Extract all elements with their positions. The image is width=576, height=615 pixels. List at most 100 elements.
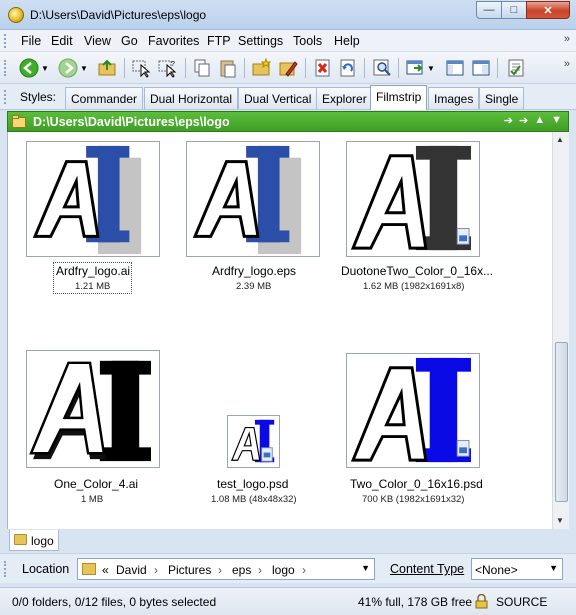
tab-dual-vertical[interactable]: Dual Vertical: [238, 87, 318, 109]
tab-single[interactable]: Single: [479, 87, 525, 109]
menu-settings[interactable]: Settings: [238, 34, 283, 48]
tab-images[interactable]: Images: [428, 87, 480, 109]
path-down-icon[interactable]: ▼: [551, 114, 562, 127]
disk-status: 41% full, 178 GB free: [358, 595, 473, 609]
location-bar: Location « David › Pictures › eps › logo…: [0, 553, 576, 583]
menu-help[interactable]: Help: [334, 34, 360, 48]
menu-edit[interactable]: Edit: [51, 34, 73, 48]
location-label: Location: [22, 562, 70, 576]
current-path: D:\Users\David\Pictures\eps\logo: [33, 115, 230, 129]
preview-pane-icon[interactable]: [470, 57, 492, 79]
delete-icon[interactable]: [312, 57, 334, 79]
maximize-button[interactable]: □: [501, 1, 527, 19]
scroll-up-icon[interactable]: ▲: [556, 135, 564, 144]
file-name[interactable]: One_Color_4.ai: [54, 477, 138, 491]
path-forward-icon[interactable]: ➔: [519, 114, 528, 127]
forward-icon[interactable]: [57, 57, 79, 79]
minimize-button[interactable]: —: [476, 1, 502, 19]
select-pointer-icon[interactable]: [131, 57, 153, 79]
content-type-label: Content Type: [390, 562, 465, 576]
breadcrumb-logo[interactable]: logo: [272, 563, 295, 577]
file-name[interactable]: Ardfry_logo.ai: [56, 264, 130, 278]
tab-filmstrip[interactable]: Filmstrip: [370, 85, 428, 110]
styles-label: Styles:: [20, 90, 57, 104]
tab-commander[interactable]: Commander: [65, 87, 144, 109]
copy-icon[interactable]: [191, 57, 213, 79]
thumbnail-test-logo-psd[interactable]: [227, 415, 280, 468]
folder-icon: [82, 563, 96, 575]
menu-file[interactable]: File: [21, 34, 41, 48]
tab-explorer[interactable]: Explorer: [316, 87, 373, 109]
paste-icon[interactable]: [217, 57, 239, 79]
folder-tree-icon[interactable]: [444, 57, 466, 79]
thumbnail-duotone-two-color[interactable]: [346, 141, 480, 257]
breadcrumb-david[interactable]: David: [116, 563, 147, 577]
tab-dual-horizontal[interactable]: Dual Horizontal: [144, 87, 239, 109]
select-help-icon[interactable]: ?: [157, 57, 179, 79]
location-input[interactable]: « David › Pictures › eps › logo › ▼: [77, 558, 375, 580]
file-name[interactable]: DuotoneTwo_Color_0_16x...: [341, 264, 493, 278]
svg-text:?: ?: [171, 61, 175, 68]
file-meta: 1.62 MB (1982x1691x8): [363, 281, 465, 292]
thumbnail-one-color-4-ai[interactable]: [26, 350, 160, 468]
menu-view[interactable]: View: [84, 34, 111, 48]
rename-icon[interactable]: [277, 57, 299, 79]
toolbar: ▼ ▼ ? ▼ »: [0, 52, 576, 84]
forward-dropdown-icon[interactable]: ▼: [79, 57, 89, 79]
folder-tab[interactable]: logo: [9, 530, 59, 551]
file-meta: 2.39 MB: [236, 281, 272, 292]
find-icon[interactable]: [371, 57, 393, 79]
content-type-value: <None>: [475, 563, 518, 577]
scroll-down-icon[interactable]: ▼: [556, 516, 564, 525]
content-type-select[interactable]: <None> ▼: [471, 558, 563, 580]
styles-grip[interactable]: [4, 90, 8, 104]
app-icon: [8, 7, 24, 23]
back-dropdown-icon[interactable]: ▼: [40, 57, 50, 79]
menu-favorites[interactable]: Favorites: [148, 34, 199, 48]
window-controls: — □ ✕: [476, 1, 570, 19]
content-type-dropdown-icon[interactable]: ▼: [549, 563, 558, 573]
location-dropdown-icon[interactable]: ▼: [361, 563, 370, 573]
view-mode-dropdown-icon[interactable]: ▼: [426, 57, 436, 79]
menu-go[interactable]: Go: [121, 34, 138, 48]
file-name[interactable]: test_logo.psd: [217, 477, 288, 491]
folder-icon: [12, 115, 26, 128]
new-folder-icon[interactable]: [250, 57, 272, 79]
breadcrumb-overflow[interactable]: «: [102, 563, 109, 577]
menu-overflow-icon[interactable]: »: [564, 33, 570, 45]
close-button[interactable]: ✕: [526, 1, 570, 19]
toolbar-overflow-icon[interactable]: »: [564, 58, 570, 70]
up-folder-icon[interactable]: [96, 57, 118, 79]
location-grip[interactable]: [4, 561, 8, 577]
breadcrumb-eps[interactable]: eps: [232, 563, 251, 577]
breadcrumb-pictures[interactable]: Pictures: [168, 563, 211, 577]
menu-ftp[interactable]: FTP: [207, 34, 231, 48]
styles-bar: Styles: Commander Dual Horizontal Dual V…: [0, 84, 576, 110]
view-mode-icon[interactable]: [404, 57, 426, 79]
file-name[interactable]: Two_Color_0_16x16.psd: [350, 477, 483, 491]
path-bar[interactable]: D:\Users\David\Pictures\eps\logo ➔ ➔ ▲ ▼: [7, 111, 569, 132]
path-nav: ➔ ➔ ▲ ▼: [504, 114, 562, 127]
menu-tools[interactable]: Tools: [293, 34, 322, 48]
thumbnail-ardfry-logo-eps[interactable]: [186, 141, 320, 257]
source-label: SOURCE: [496, 595, 548, 609]
lock-icon: [475, 594, 488, 609]
thumbnail-ardfry-logo-ai[interactable]: [26, 141, 160, 257]
scroll-thumb[interactable]: [555, 342, 568, 502]
window-title: D:\Users\David\Pictures\eps\logo: [30, 8, 207, 22]
back-icon[interactable]: [18, 57, 40, 79]
file-meta: 1.08 MB (48x48x32): [211, 494, 297, 505]
path-up-icon[interactable]: ▲: [534, 114, 545, 127]
toolbar-grip[interactable]: [4, 60, 8, 76]
file-meta: 1 MB: [81, 494, 104, 505]
thumbnail-two-color-psd[interactable]: [346, 353, 480, 468]
menu-grip[interactable]: [4, 34, 8, 48]
path-back-icon[interactable]: ➔: [504, 114, 513, 127]
file-filmstrip-view[interactable]: Ardfry_logo.ai 1.21 MB Ardfry_logo.eps 2…: [7, 132, 552, 529]
folder-icon: [14, 534, 27, 545]
undo-icon[interactable]: [337, 57, 359, 79]
title-bar: D:\Users\David\Pictures\eps\logo — □ ✕: [0, 0, 576, 30]
properties-icon[interactable]: [505, 57, 527, 79]
vertical-scrollbar[interactable]: ▲ ▼: [552, 132, 569, 529]
file-name[interactable]: Ardfry_logo.eps: [212, 264, 296, 278]
